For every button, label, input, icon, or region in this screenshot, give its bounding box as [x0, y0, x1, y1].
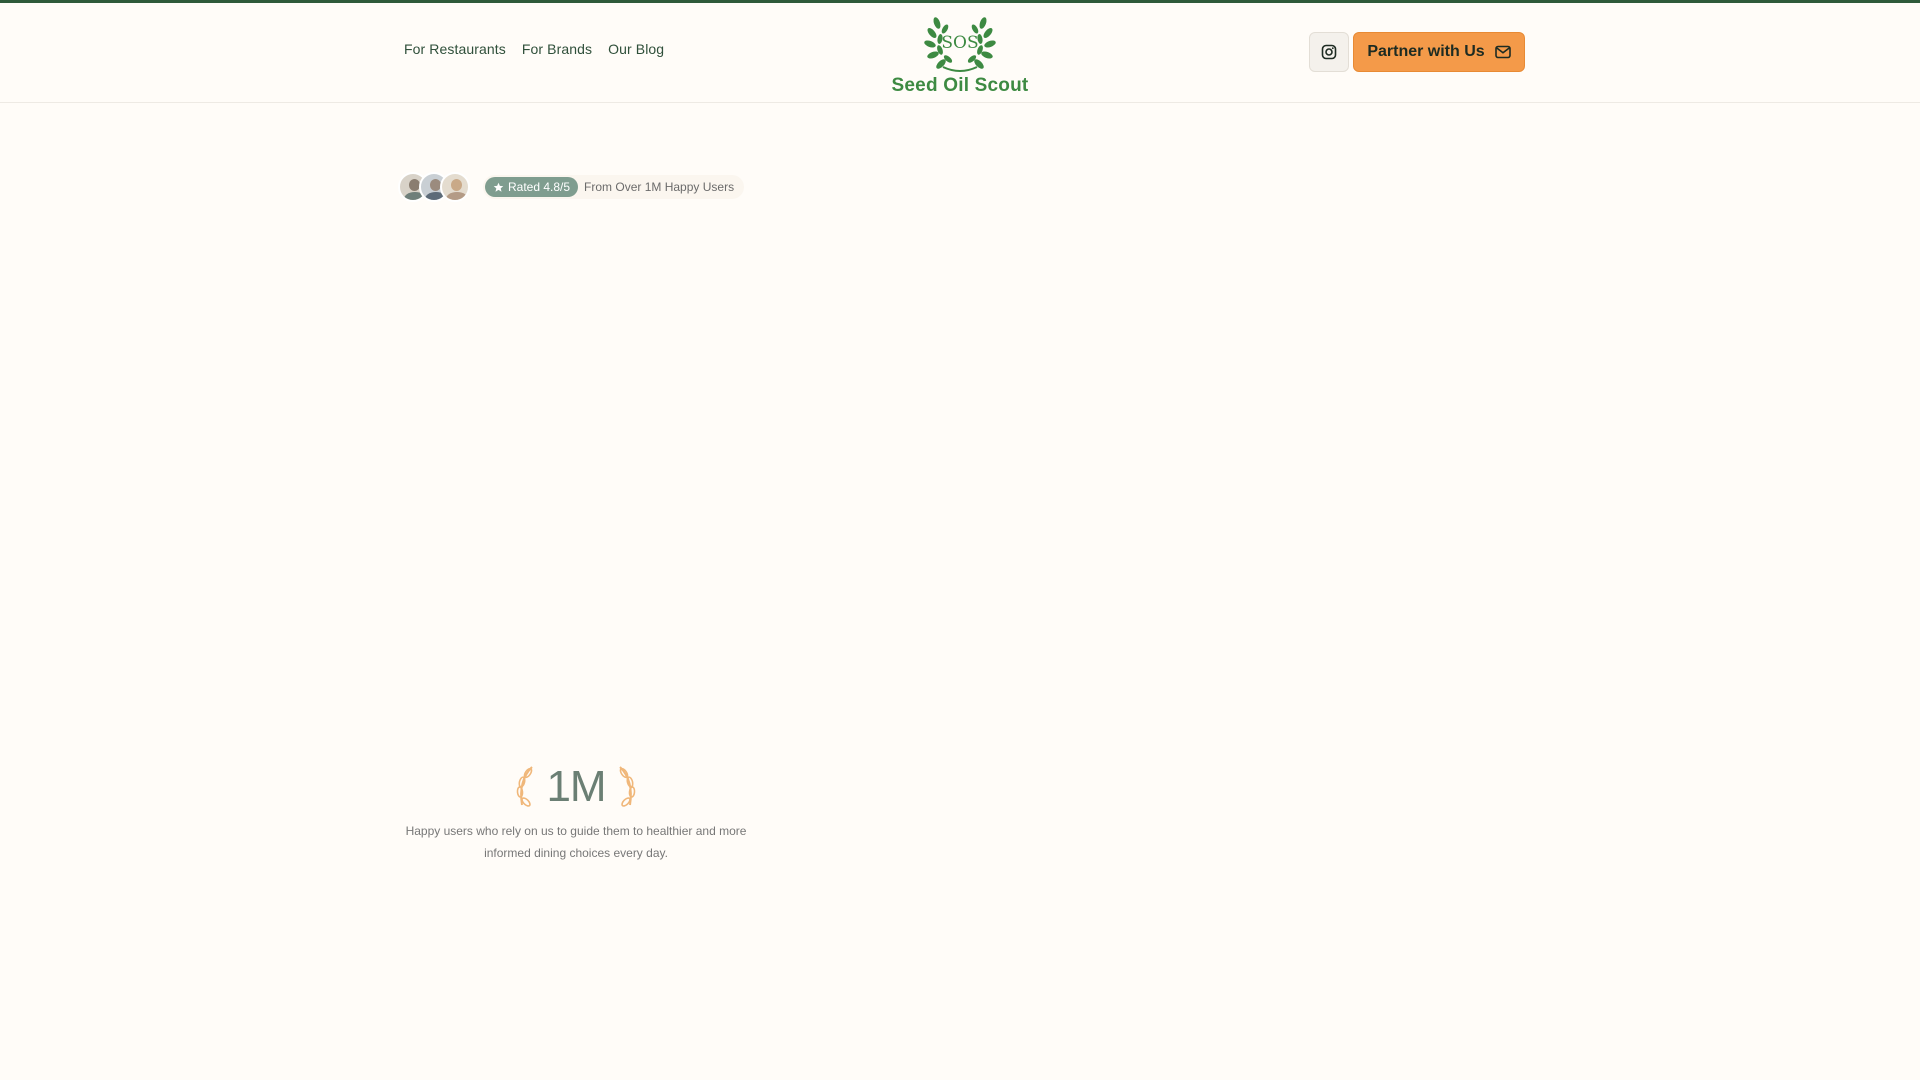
stat-row: 1M — [404, 762, 748, 812]
rating-row: Rated 4.8/5 From Over 1M Happy Users — [398, 172, 745, 202]
main-nav: For Restaurants For Brands Our Blog — [404, 41, 664, 57]
site-header: For Restaurants For Brands Our Blog SOS … — [0, 3, 1920, 103]
partner-button[interactable]: Partner with Us — [1353, 32, 1525, 72]
stat-value: 1M — [546, 762, 606, 811]
avatar — [440, 172, 470, 202]
nav-for-restaurants[interactable]: For Restaurants — [404, 41, 506, 57]
instagram-icon — [1321, 44, 1337, 60]
mail-icon — [1494, 45, 1511, 59]
laurel-wreath-icon: SOS — [924, 17, 996, 72]
laurel-left-icon — [517, 766, 534, 807]
star-icon — [493, 182, 504, 192]
partner-button-label: Partner with Us — [1367, 43, 1485, 60]
stat-block: 1M Happy users who rely on us to guide t… — [404, 762, 748, 864]
logo-monogram: SOS — [941, 33, 978, 53]
rating-pill: Rated 4.8/5 From Over 1M Happy Users — [483, 175, 745, 199]
rating-text: From Over 1M Happy Users — [584, 180, 735, 194]
laurel-right-icon — [618, 766, 635, 807]
logo-text: Seed Oil Scout — [891, 75, 1029, 96]
nav-our-blog[interactable]: Our Blog — [608, 41, 664, 57]
stat-description: Happy users who rely on us to guide them… — [405, 824, 747, 860]
rating-badge: Rated 4.8/5 — [485, 177, 579, 197]
avatar-group — [398, 172, 470, 202]
site-logo[interactable]: SOS Seed Oil Scout — [890, 9, 1030, 101]
rating-badge-label: Rated 4.8/5 — [508, 180, 571, 194]
instagram-button[interactable] — [1309, 32, 1349, 72]
nav-for-brands[interactable]: For Brands — [522, 41, 592, 57]
